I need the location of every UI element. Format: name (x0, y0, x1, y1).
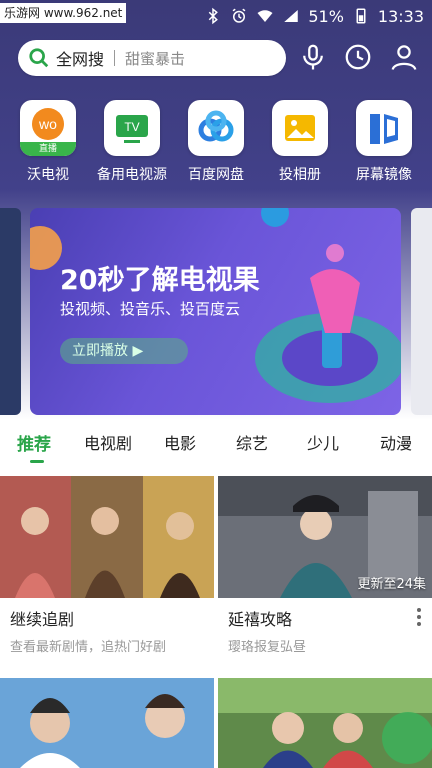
bluetooth-icon (209, 7, 219, 25)
category-tabs: 推荐 电视剧 电影 综艺 少儿 动漫 (0, 420, 432, 470)
quick-action-label: 投相册 (279, 167, 321, 183)
quick-action-label: 屏幕镜像 (356, 167, 412, 183)
card-subtitle: 查看最新剧情，追热门好剧 (10, 640, 167, 655)
search-divider (114, 50, 116, 66)
active-tab-indicator (30, 460, 44, 463)
card-title: 延禧攻略 (228, 610, 293, 629)
alarm-icon (232, 8, 246, 23)
tab-tv-series[interactable]: 电视剧 (84, 430, 132, 454)
card-thumbnail (0, 476, 214, 598)
tab-anime[interactable]: 动漫 (380, 430, 412, 454)
battery-percent: 51% (308, 6, 344, 26)
wifi-icon (257, 10, 273, 22)
tv-icon: TV (104, 100, 160, 156)
card-yanxi-palace[interactable]: 更新至24集 延禧攻略 璎珞报复弘昼 (218, 476, 432, 655)
banner-subtitle: 投视频、投音乐、投百度云 (60, 300, 241, 318)
live-tag: 直播 (20, 142, 76, 156)
status-bar: 乐游网 www.962.net 51% 13:33 (0, 0, 432, 32)
baidu-netdisk-icon (188, 100, 244, 156)
tab-kids[interactable]: 少儿 (307, 430, 339, 454)
card-thumbnail: 更新至24集 (218, 476, 432, 598)
search-scope[interactable]: 全网搜 (56, 46, 104, 70)
tv-tile-text: TV (124, 120, 139, 134)
search-bar[interactable]: 全网搜 甜蜜暴击 (18, 40, 286, 76)
carousel-peek-next[interactable] (411, 208, 432, 415)
card-subtitle: 璎珞报复弘昼 (228, 640, 307, 655)
watermark: 乐游网 www.962.net (0, 3, 127, 23)
card-thumbnail-row2-right[interactable] (218, 678, 432, 768)
photo-album-icon (272, 100, 328, 156)
search-icon (29, 48, 49, 68)
search-input[interactable]: 甜蜜暴击 (125, 48, 185, 69)
screen-mirror-icon (356, 100, 412, 156)
play-now-button[interactable]: 立即播放 ▶ (60, 338, 188, 364)
quick-action-label: 沃电视 (27, 167, 69, 183)
tab-recommended[interactable]: 推荐 (17, 430, 51, 455)
clock: 13:33 (377, 6, 424, 26)
banner-title: 20秒了解电视果 (60, 265, 260, 296)
signal-icon (284, 10, 299, 22)
battery-icon (356, 8, 366, 24)
user-profile-icon[interactable] (389, 42, 419, 72)
history-clock-icon[interactable] (343, 42, 373, 72)
promo-banner[interactable]: 20秒了解电视果 投视频、投音乐、投百度云 立即播放 ▶ (30, 208, 401, 415)
quick-action-photo-album[interactable]: 投相册 (264, 100, 336, 184)
wo-tv-icon: wo 直播 (20, 100, 76, 156)
quick-action-wo-tv[interactable]: wo 直播 沃电视 (12, 100, 84, 184)
tab-movies[interactable]: 电影 (164, 430, 196, 454)
quick-action-screen-mirror[interactable]: 屏幕镜像 (348, 100, 420, 184)
tab-variety[interactable]: 综艺 (236, 430, 268, 454)
quick-action-label: 百度网盘 (188, 167, 244, 183)
status-icons: 51% 13:33 (204, 0, 424, 32)
card-continue-watching[interactable]: 继续追剧 查看最新剧情，追热门好剧 (0, 476, 214, 655)
episode-badge: 更新至24集 (357, 577, 426, 592)
card-thumbnail-row2-left[interactable] (0, 678, 214, 768)
microphone-icon[interactable] (298, 42, 328, 72)
quick-action-label: 备用电视源 (97, 167, 167, 183)
quick-action-baidu-netdisk[interactable]: 百度网盘 (180, 100, 252, 184)
svg-text:wo: wo (38, 116, 57, 132)
more-options-icon[interactable] (412, 606, 426, 628)
carousel-peek-previous[interactable] (0, 208, 21, 415)
card-title: 继续追剧 (10, 610, 75, 629)
quick-action-backup-tv-source[interactable]: TV 备用电视源 (96, 100, 168, 184)
